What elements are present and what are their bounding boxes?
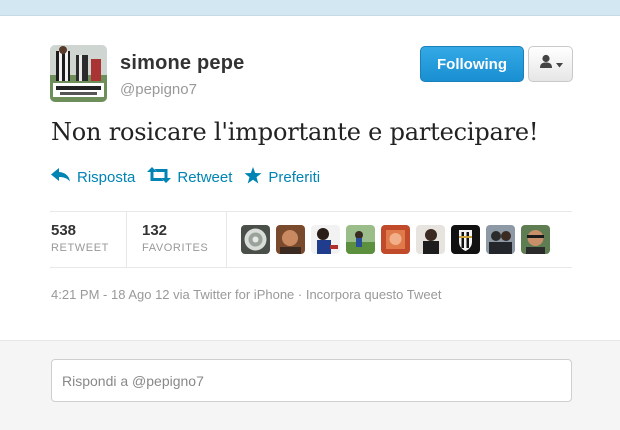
retweet-icon: [147, 167, 177, 187]
favorite-action[interactable]: Preferiti: [244, 166, 321, 188]
favoriter-avatar[interactable]: [416, 225, 445, 254]
reply-input[interactable]: [51, 359, 572, 402]
retweet-stat[interactable]: 538 RETWEET: [50, 212, 127, 267]
tweet-stats: 538 RETWEET 132 FAVORITES: [50, 211, 572, 268]
favorite-count-label: FAVORITES: [142, 242, 209, 254]
favoriter-avatar[interactable]: [241, 225, 270, 254]
star-icon: [244, 166, 268, 188]
favoriter-avatar[interactable]: [346, 225, 375, 254]
retweet-count-label: RETWEET: [51, 242, 109, 254]
top-strip: [0, 0, 620, 16]
reply-area: [0, 340, 620, 430]
reply-label: Risposta: [77, 168, 136, 186]
avatar[interactable]: [50, 45, 107, 102]
favorite-count: 132: [142, 222, 168, 239]
favoriter-avatar[interactable]: [311, 225, 340, 254]
favorite-stat[interactable]: 132 FAVORITES: [127, 212, 227, 267]
favoriter-avatars: [241, 225, 556, 254]
user-handle[interactable]: @pepigno7: [120, 81, 197, 98]
following-button[interactable]: Following: [420, 46, 524, 82]
user-name[interactable]: simone pepe: [120, 52, 244, 75]
caret-down-icon: [555, 55, 563, 73]
tweet-actions: Risposta Retweet Preferiti: [51, 166, 332, 188]
retweet-label: Retweet: [177, 168, 233, 186]
retweet-action[interactable]: Retweet: [147, 167, 232, 187]
reply-arrow-icon: [51, 168, 77, 186]
favoriter-avatar[interactable]: [276, 225, 305, 254]
favoriter-avatar[interactable]: [381, 225, 410, 254]
favoriter-avatar[interactable]: [486, 225, 515, 254]
user-icon: [539, 54, 553, 74]
favoriter-avatar[interactable]: [451, 225, 480, 254]
tweet-header: simone pepe @pepigno7 Following: [50, 45, 573, 102]
reply-action[interactable]: Risposta: [51, 168, 135, 186]
tweet-text: Non rosicare l'importante e partecipare!: [51, 118, 539, 146]
favoriter-avatar[interactable]: [521, 225, 550, 254]
user-dropdown-button[interactable]: [528, 46, 573, 82]
favorite-label: Preferiti: [268, 168, 321, 186]
retweet-count: 538: [51, 222, 77, 239]
tweet-meta: 4:21 PM - 18 Ago 12 via Twitter for iPho…: [51, 287, 442, 302]
